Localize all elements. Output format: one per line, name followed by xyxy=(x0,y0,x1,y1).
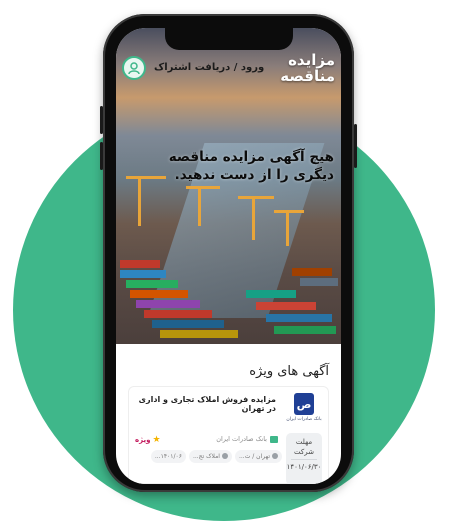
crane xyxy=(252,196,255,240)
location-icon xyxy=(272,453,278,459)
container-stack xyxy=(130,290,188,298)
crane-arm xyxy=(238,196,274,199)
date-chip-label: ۱۴۰۱/۰۶... xyxy=(154,452,182,460)
organization-name: بانک صادرات ایران xyxy=(216,435,267,443)
power-button xyxy=(354,124,357,168)
container-stack xyxy=(120,260,160,268)
container-stack xyxy=(160,330,238,338)
phone-frame: ورود / دریافت اشتراک مزایده مناقصه هیچ آ… xyxy=(100,14,357,492)
volume-down-button xyxy=(100,142,103,170)
crane xyxy=(198,186,201,226)
container-stack xyxy=(246,290,296,298)
container-stack xyxy=(256,302,316,310)
volume-up-button xyxy=(100,106,103,134)
category-icon xyxy=(221,453,228,459)
logo-line-1: مزایده xyxy=(288,51,335,69)
bank-logo-caption: بانک صادرات ایران xyxy=(286,417,322,422)
user-avatar-icon[interactable] xyxy=(122,56,146,80)
organization-row: بانک صادرات ایران xyxy=(216,435,278,443)
deadline-date: ۱۴۰۱/۰۶/۳۰ xyxy=(286,463,322,471)
container-stack xyxy=(126,280,178,288)
site-logo[interactable]: مزایده مناقصه xyxy=(269,52,335,86)
bank-mark-icon: ص xyxy=(294,393,314,415)
location-chip: تهران / ت... xyxy=(234,449,282,463)
ad-tags: تهران / ت... املاک تج... ۱۴۰۱/۰۶... xyxy=(135,449,282,463)
logo-line-2: مناقصه xyxy=(280,67,335,85)
date-chip: ۱۴۰۱/۰۶... xyxy=(150,449,186,463)
top-bar: ورود / دریافت اشتراک مزایده مناقصه xyxy=(116,52,341,88)
location-chip-label: تهران / ت... xyxy=(238,452,270,460)
container-stack xyxy=(266,314,332,322)
container-stack xyxy=(136,300,200,308)
vip-badge: ★ ویژه xyxy=(135,435,161,445)
deadline-divider xyxy=(291,459,317,460)
featured-ad-card[interactable]: ص بانک صادرات ایران مزایده فروش املاک تج… xyxy=(128,386,329,484)
crane xyxy=(286,210,289,246)
phone-screen: ورود / دریافت اشتراک مزایده مناقصه هیچ آ… xyxy=(116,28,341,484)
container-stack xyxy=(144,310,212,318)
category-chip-label: املاک تج... xyxy=(192,452,220,460)
featured-section-title: آگهی های ویژه xyxy=(249,364,329,379)
organization-icon xyxy=(270,435,278,443)
container-stack xyxy=(120,270,166,278)
vip-label: ویژه xyxy=(135,436,151,444)
container-stack xyxy=(152,320,224,328)
container-stack xyxy=(274,326,336,334)
crane-arm xyxy=(186,186,220,189)
container-ship xyxy=(300,278,338,286)
container-ship xyxy=(292,268,332,276)
star-icon: ★ xyxy=(152,435,161,445)
deadline-label: مهلت شرکت xyxy=(294,438,314,456)
ad-title[interactable]: مزایده فروش املاک تجاری و اداری در تهران xyxy=(136,395,276,413)
phone-notch xyxy=(164,28,293,50)
deadline-box: مهلت شرکت ۱۴۰۱/۰۶/۳۰ xyxy=(286,433,322,484)
login-subscribe-link[interactable]: ورود / دریافت اشتراک xyxy=(154,62,264,73)
hero-headline: هیچ آگهی مزایده مناقصه دیگری را از دست ن… xyxy=(168,149,334,183)
bank-logo: ص بانک صادرات ایران xyxy=(286,393,322,429)
crane-arm xyxy=(274,210,304,213)
category-chip: املاک تج... xyxy=(188,449,232,463)
